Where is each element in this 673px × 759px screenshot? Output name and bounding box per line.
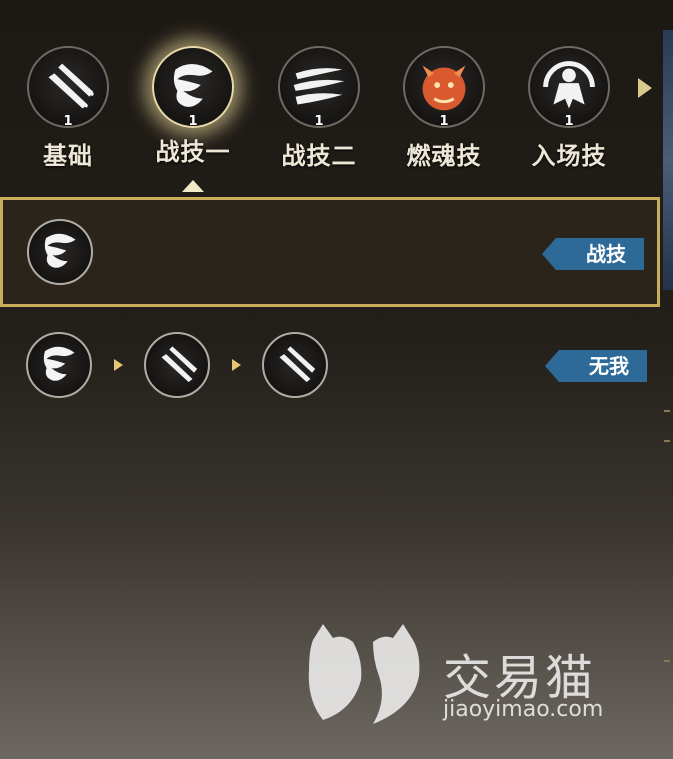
combo-row-selected[interactable]: 战技 bbox=[0, 197, 660, 307]
sequence-arrow-icon bbox=[114, 359, 123, 371]
watermark: 交易猫 jiaoyimao.com bbox=[303, 620, 643, 730]
skill-level-badge: 1 bbox=[188, 114, 198, 129]
tab-combat-skill-2[interactable]: 1 战技二 bbox=[269, 40, 369, 180]
skill-level-badge: 1 bbox=[63, 114, 73, 129]
scroll-right-arrow-icon[interactable] bbox=[638, 78, 652, 98]
tab-label: 燃魂技 bbox=[406, 141, 482, 170]
skill-level-badge: 1 bbox=[314, 114, 324, 129]
skill-category-tabs: 1 基础 1 战技一 1 战技二 1 燃魂技 1 入场技 bbox=[0, 0, 660, 192]
combo-row[interactable]: 无我 bbox=[0, 312, 660, 422]
tab-soul-burn-skill[interactable]: 1 燃魂技 bbox=[394, 40, 494, 180]
tab-entrance-skill[interactable]: 1 入场技 bbox=[519, 40, 619, 180]
tag-label: 战技 bbox=[586, 242, 626, 266]
edge-marker bbox=[664, 660, 670, 662]
combo-type-tag: 战技 bbox=[542, 238, 644, 270]
sequence-arrow-icon bbox=[232, 359, 241, 371]
tab-label: 基础 bbox=[43, 141, 93, 170]
side-panel-edge bbox=[663, 30, 673, 290]
edge-marker bbox=[664, 440, 670, 442]
combo-type-tag: 无我 bbox=[545, 350, 647, 382]
twin-blades-icon[interactable] bbox=[262, 332, 328, 398]
tab-label: 战技一 bbox=[155, 137, 231, 166]
tab-label: 战技二 bbox=[281, 141, 357, 170]
active-tab-pointer-icon bbox=[182, 180, 204, 192]
tab-combat-skill-1[interactable]: 1 战技一 bbox=[143, 40, 243, 180]
whirlwind-icon[interactable] bbox=[26, 332, 92, 398]
tab-label: 入场技 bbox=[531, 141, 607, 170]
whirlwind-icon[interactable] bbox=[27, 219, 93, 285]
tab-basic[interactable]: 1 基础 bbox=[18, 40, 118, 180]
twin-blades-icon[interactable] bbox=[144, 332, 210, 398]
tag-label: 无我 bbox=[589, 354, 629, 378]
skill-level-badge: 1 bbox=[564, 114, 574, 129]
watermark-url: jiaoyimao.com bbox=[443, 697, 604, 722]
edge-marker bbox=[664, 410, 670, 412]
cat-logo-icon bbox=[308, 624, 420, 724]
skill-level-badge: 1 bbox=[439, 114, 449, 129]
